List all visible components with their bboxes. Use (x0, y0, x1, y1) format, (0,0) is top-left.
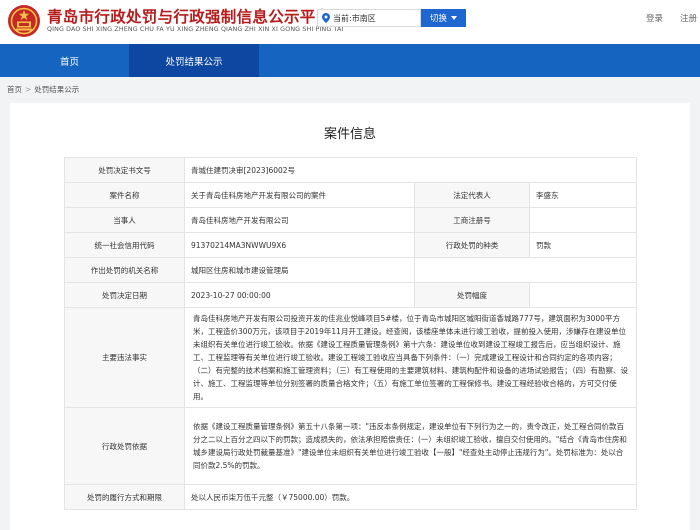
case-card: 案件信息 处罚决定书文号 青城住建罚决审[2023]6002号 案件名称 关于青… (10, 103, 690, 530)
table-row: 处罚的履行方式和期限 处以人民币柒万伍千元整（￥75000.00）罚款。 (64, 484, 638, 510)
execution-value: 处以人民币柒万伍千元整（￥75000.00）罚款。 (183, 484, 638, 510)
empty-cell (413, 257, 638, 283)
penalty-range-value (528, 282, 638, 308)
biz-reg-label: 工商注册号 (414, 207, 530, 233)
table-row: 处罚决定书文号 青城住建罚决审[2023]6002号 (64, 157, 638, 183)
decision-no-value: 青城住建罚决审[2023]6002号 (183, 157, 638, 183)
credit-code-label: 统一社会信用代码 (64, 232, 185, 258)
table-row: 统一社会信用代码 91370214MA3NWWU9X6 行政处罚的种类 罚款 (64, 232, 638, 258)
basis-value: 依据《建设工程质量管理条例》第五十八条第一项："违反本条例规定，建设单位有下列行… (183, 407, 638, 485)
table-row: 作出处罚的机关名称 城阳区住房和城市建设管理局 (64, 257, 638, 283)
biz-reg-value (528, 207, 638, 233)
caret-down-icon (451, 16, 457, 20)
decision-date-label: 处罚决定日期 (64, 282, 185, 308)
nav-home[interactable]: 首页 (10, 44, 129, 77)
top-header: 青岛市行政处罚与行政强制信息公示平台 QING DAO SHI XING ZHE… (0, 0, 700, 44)
site-title: 青岛市行政处罚与行政强制信息公示平台 (47, 8, 332, 26)
decision-date-value: 2023-10-27 00:00:00 (184, 282, 415, 308)
execution-label: 处罚的履行方式和期限 (64, 484, 185, 510)
breadcrumb-separator: > (25, 85, 32, 94)
case-title: 案件信息 (323, 127, 376, 142)
decision-no-label: 处罚决定书文号 (64, 157, 185, 183)
table-row: 处罚决定日期 2023-10-27 00:00:00 处罚幅度 (64, 282, 638, 308)
table-row: 当事人 青岛佳科房地产开发有限公司 工商注册号 (64, 207, 638, 233)
breadcrumb: 首页 > 处罚结果公示 (7, 84, 79, 95)
case-name-label: 案件名称 (64, 182, 185, 208)
penalty-range-label: 处罚幅度 (414, 282, 530, 308)
switch-location-button[interactable]: 切换 (421, 9, 466, 27)
site-subtitle: QING DAO SHI XING ZHENG CHU FA YU XING Z… (47, 26, 344, 33)
authority-label: 作出处罚的机关名称 (64, 257, 185, 283)
case-name-value: 关于青岛佳科房地产开发有限公司的案件 (184, 182, 415, 208)
case-info-table: 处罚决定书文号 青城住建罚决审[2023]6002号 案件名称 关于青岛佳科房地… (64, 157, 638, 510)
authority-value: 城阳区住房和城市建设管理局 (184, 257, 415, 283)
facts-value: 青岛佳科房地产开发有限公司投资开发的佳兆业悦峰项目5#楼，位于青岛市城阳区城阳街… (183, 307, 638, 408)
login-link[interactable]: 登录 (646, 12, 663, 24)
party-label: 当事人 (64, 207, 185, 233)
register-link[interactable]: 注册 (680, 12, 697, 24)
switch-button-label: 切换 (429, 14, 447, 24)
location-selector[interactable]: 当前:市南区 (317, 9, 421, 27)
main-nav: 首页 处罚结果公示 (0, 44, 700, 77)
credit-code-value: 91370214MA3NWWU9X6 (184, 232, 415, 258)
location-pin-icon (322, 13, 330, 23)
table-row: 行政处罚依据 依据《建设工程质量管理条例》第五十八条第一项："违反本条例规定，建… (64, 407, 638, 485)
penalty-type-value: 罚款 (528, 232, 638, 258)
nav-penalty-results[interactable]: 处罚结果公示 (129, 44, 259, 77)
legal-rep-value: 李盛东 (528, 182, 638, 208)
breadcrumb-home[interactable]: 首页 (7, 85, 22, 94)
legal-rep-label: 法定代表人 (414, 182, 530, 208)
table-row: 主要违法事实 青岛佳科房地产开发有限公司投资开发的佳兆业悦峰项目5#楼，位于青岛… (64, 307, 638, 408)
location-text: 当前:市南区 (333, 13, 376, 23)
basis-label: 行政处罚依据 (64, 407, 185, 485)
breadcrumb-current: 处罚结果公示 (34, 85, 80, 94)
facts-label: 主要违法事实 (64, 307, 185, 408)
party-value: 青岛佳科房地产开发有限公司 (184, 207, 415, 233)
penalty-type-label: 行政处罚的种类 (414, 232, 530, 258)
table-row: 案件名称 关于青岛佳科房地产开发有限公司的案件 法定代表人 李盛东 (64, 182, 638, 208)
national-emblem-icon (8, 5, 40, 37)
